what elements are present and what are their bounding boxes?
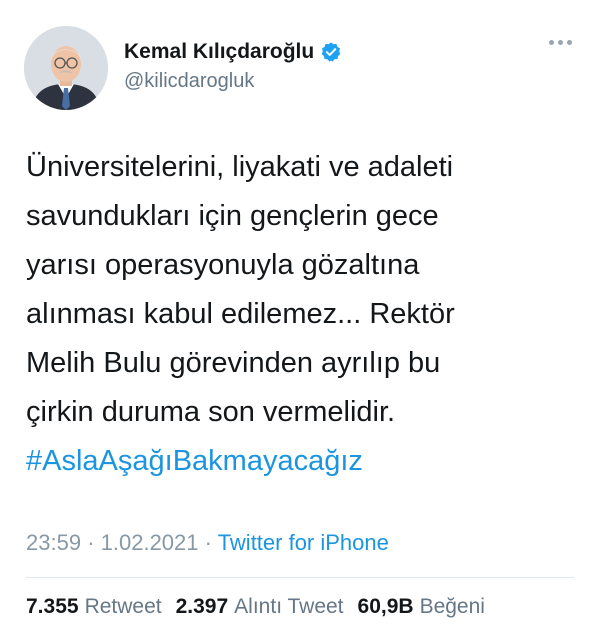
verified-badge-icon [320, 41, 342, 63]
tweet-stats: 7.355 Retweet 2.397 Alıntı Tweet 60,9B Beğe… [26, 595, 485, 619]
like-count: 60,9B [357, 595, 414, 618]
retweet-count: 7.355 [26, 595, 79, 618]
meta-separator: · [87, 530, 95, 555]
more-dot [549, 40, 554, 45]
like-stat[interactable]: 60,9B Beğeni [358, 595, 485, 619]
more-dot [567, 40, 572, 45]
tweet-date[interactable]: 1.02.2021 [101, 530, 199, 555]
tweet-text-line: Melih Bulu görevinden ayrılıp bu [26, 347, 441, 379]
avatar[interactable] [24, 26, 108, 110]
author-handle[interactable]: @kilicdarogluk [124, 70, 254, 93]
tweet-text-line: yarısı operasyonuyla gözaltına [26, 249, 420, 281]
tweet-text-line: alınması kabul edilemez... Rektör [26, 298, 455, 330]
more-options-icon[interactable] [549, 40, 572, 45]
tweet-text-line: Üniversitelerini, liyakati ve adaleti [26, 151, 454, 183]
tweet-time[interactable]: 23:59 [26, 530, 81, 555]
author-name-row[interactable]: Kemal Kılıçdaroğlu [124, 40, 342, 64]
retweet-stat[interactable]: 7.355 Retweet [26, 595, 162, 619]
like-label: Beğeni [419, 595, 485, 618]
retweet-label: Retweet [84, 595, 162, 618]
hashtag-link[interactable]: #AslaAşağıBakmayacağız [26, 437, 586, 486]
meta-separator: · [204, 530, 212, 555]
tweet-text-line: çirkin duruma son vermelidir. [26, 396, 396, 428]
tweet-meta: 23:59 · 1.02.2021 · Twitter for iPhone [26, 530, 389, 556]
quote-stat[interactable]: 2.397 Alıntı Tweet [176, 595, 344, 619]
tweet-text: Üniversitelerini, liyakati ve adaleti sa… [26, 143, 586, 486]
tweet-card: Kemal Kılıçdaroğlu @kilicdarogluk Üniver… [0, 0, 600, 636]
more-dot [558, 40, 563, 45]
divider [26, 577, 574, 578]
quote-label: Alıntı Tweet [234, 595, 344, 618]
tweet-text-line: savundukları için gençlerin gece [26, 200, 439, 232]
tweet-source-link[interactable]: Twitter for iPhone [218, 530, 389, 555]
author-display-name[interactable]: Kemal Kılıçdaroğlu [124, 40, 314, 64]
quote-count: 2.397 [175, 595, 229, 618]
